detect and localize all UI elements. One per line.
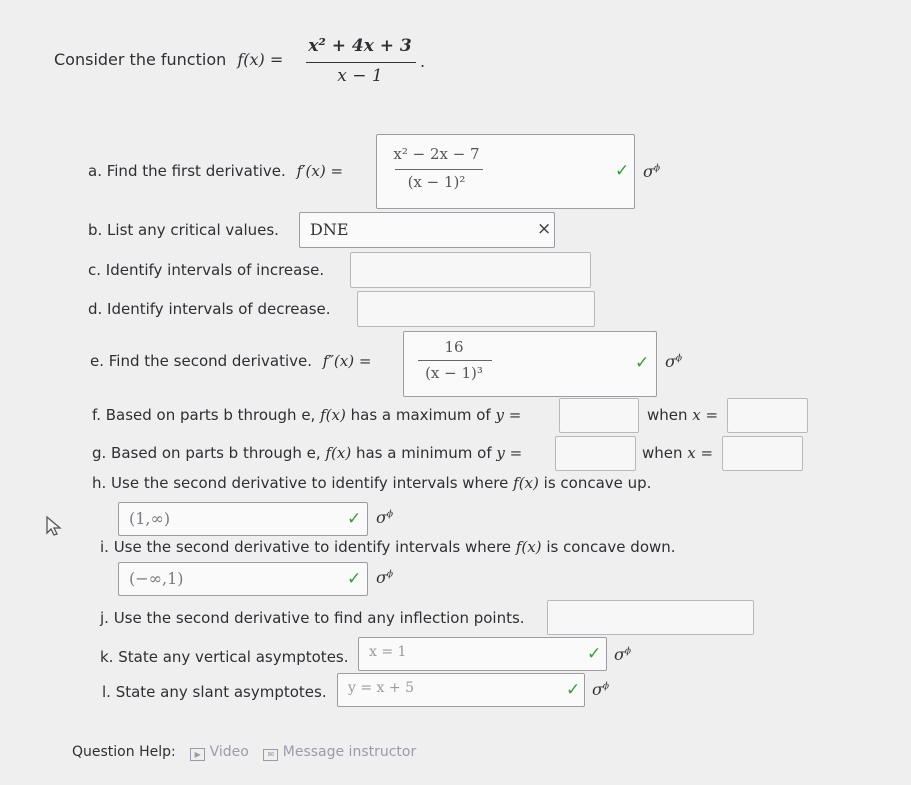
part-g-when: when x = [642, 444, 714, 462]
part-l-label: l. State any slant asymptotes. [102, 683, 327, 701]
part-k-label: k. State any vertical asymptotes. [100, 648, 349, 666]
part-g-fx: f(x) [325, 444, 352, 462]
intro: Consider the function f(x) = [54, 50, 283, 69]
part-i-fx: f(x) [515, 538, 542, 556]
part-c-label: c. Identify intervals of increase. [88, 261, 325, 279]
question-help: Question Help: ▶ Video ✉ Message instruc… [72, 744, 416, 761]
part-f-when: when x = [647, 406, 719, 424]
part-e-answer-bar [418, 360, 492, 361]
video-link[interactable]: ▶ Video [190, 744, 253, 761]
part-l-check-icon: ✓ [566, 680, 581, 700]
part-a-answer-box[interactable]: x² − 2x − 7 (x − 1)² ✓ [376, 134, 635, 209]
part-g-x-eq: x = [687, 444, 714, 462]
intro-denominator: x − 1 [337, 66, 383, 86]
intro-text: Consider the function [54, 50, 227, 69]
part-f-x-eq: x = [692, 406, 719, 424]
part-e-answer-box[interactable]: 16 (x − 1)³ ✓ [403, 331, 657, 397]
part-d-label: d. Identify intervals of decrease. [88, 300, 331, 318]
part-j-answer-box[interactable] [547, 600, 754, 635]
part-a-answer-numerator: x² − 2x − 7 [393, 145, 480, 163]
mouse-cursor-icon [46, 515, 62, 536]
part-h-answer-box[interactable]: (1,∞) ✓ [118, 502, 368, 536]
part-b-answer-box[interactable]: DNE × [299, 212, 555, 248]
part-h-answer: (1,∞) [129, 509, 171, 528]
part-g-y-eq: y = [496, 444, 523, 462]
part-h-check-icon: ✓ [347, 509, 362, 529]
part-e-answer-denominator: (x − 1)³ [425, 364, 483, 382]
part-a-check-icon: ✓ [615, 161, 630, 181]
part-h-label: h. Use the second derivative to identify… [92, 474, 652, 492]
part-e-sigma-icon[interactable]: σϕ [665, 352, 682, 371]
part-b-label: b. List any critical values. [88, 221, 279, 239]
part-d-answer-box[interactable] [357, 291, 595, 327]
intro-fraction-bar [306, 62, 416, 63]
part-a-answer-bar [395, 169, 483, 170]
part-i-answer: (−∞,1) [129, 569, 184, 588]
part-g-label: g. Based on parts b through e, f(x) has … [92, 444, 523, 462]
part-f-label: f. Based on parts b through e, f(x) has … [92, 406, 522, 424]
part-f-y-eq: y = [495, 406, 522, 424]
part-e-math: f″(x) = [322, 352, 372, 370]
intro-fname: f(x) = [237, 50, 284, 69]
part-e-answer-numerator: 16 [444, 338, 464, 356]
part-h-fx: f(x) [513, 474, 539, 492]
message-instructor-link[interactable]: ✉ Message instructor [263, 744, 416, 761]
part-b-answer: DNE [310, 220, 349, 239]
part-c-answer-box[interactable] [350, 252, 591, 288]
part-a-label: a. Find the first derivative. f′(x) = [88, 162, 344, 180]
part-l-answer: y = x + 5 [348, 680, 414, 696]
part-l-answer-box[interactable]: y = x + 5 ✓ [337, 673, 585, 707]
part-j-label: j. Use the second derivative to find any… [100, 609, 525, 627]
part-f-x-answer-box[interactable] [727, 398, 808, 433]
part-k-sigma-icon[interactable]: σϕ [614, 645, 631, 664]
part-f-y-answer-box[interactable] [559, 398, 639, 433]
question-help-label: Question Help: [72, 744, 176, 760]
part-i-answer-box[interactable]: (−∞,1) ✓ [118, 562, 368, 596]
part-e-label: e. Find the second derivative. f″(x) = [90, 352, 372, 370]
part-b-cross-icon: × [537, 219, 552, 239]
part-a-answer-denominator: (x − 1)² [407, 173, 466, 191]
part-a-sigma-icon[interactable]: σϕ [643, 162, 660, 181]
part-a-math: f′(x) = [296, 162, 344, 180]
part-f-fx: f(x) [320, 406, 346, 424]
part-g-x-answer-box[interactable] [722, 436, 803, 471]
part-g-y-answer-box[interactable] [555, 436, 636, 471]
intro-period: . [420, 52, 426, 71]
envelope-icon: ✉ [263, 749, 279, 761]
part-k-answer-box[interactable]: x = 1 ✓ [358, 637, 607, 671]
intro-numerator: x² + 4x + 3 [308, 36, 412, 56]
part-h-sigma-icon[interactable]: σϕ [376, 508, 393, 527]
part-k-check-icon: ✓ [587, 644, 602, 664]
part-e-check-icon: ✓ [635, 353, 650, 373]
part-i-label: i. Use the second derivative to identify… [100, 538, 676, 556]
part-i-check-icon: ✓ [347, 569, 362, 589]
part-l-sigma-icon[interactable]: σϕ [592, 680, 609, 699]
video-icon: ▶ [190, 748, 206, 761]
part-k-answer: x = 1 [369, 644, 407, 660]
part-i-sigma-icon[interactable]: σϕ [376, 568, 393, 587]
